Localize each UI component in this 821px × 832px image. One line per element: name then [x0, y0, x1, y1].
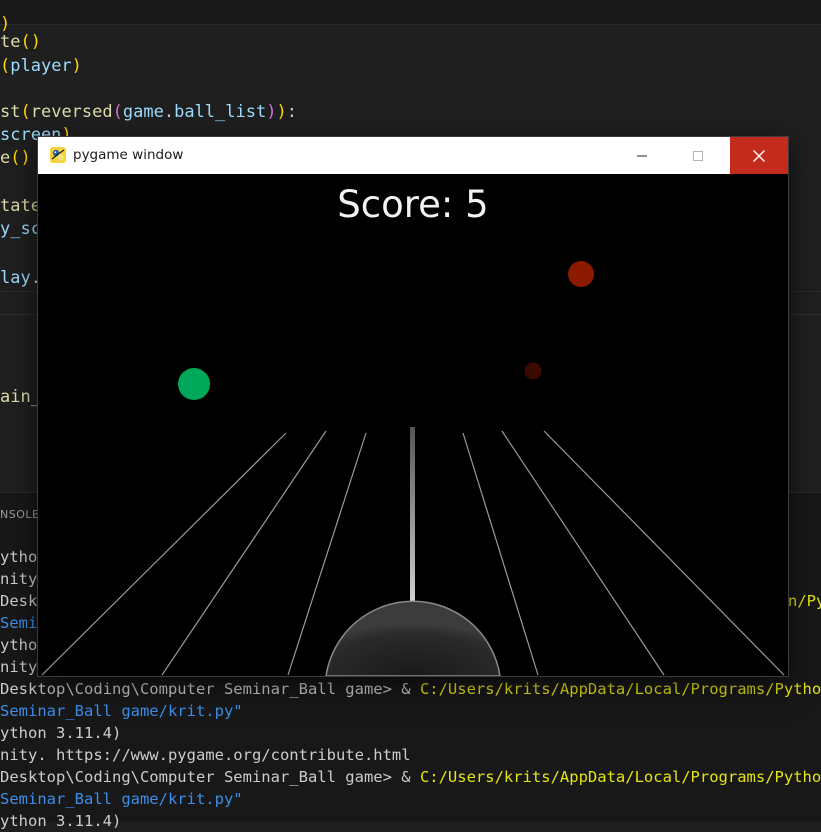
player-ball	[178, 368, 210, 400]
close-button[interactable]	[730, 137, 788, 174]
terminal-script-path: Seminar_Ball game/krit.py"	[0, 790, 243, 808]
terminal-line-tail: n/Py	[788, 592, 821, 610]
terminal-script-path: Seminar_Ball game/krit.py"	[0, 702, 243, 720]
pygame-window[interactable]: pygame window Score: 5	[37, 136, 789, 677]
lane-line	[161, 430, 327, 676]
terminal-line: ython 3.11.4)	[0, 812, 122, 830]
window-title: pygame window	[73, 147, 184, 163]
terminal-prompt: Desktop\Coding\Computer Seminar_Ball gam…	[0, 768, 420, 786]
editor-tab-bar	[0, 0, 821, 25]
terminal-python-path: C:/Users/krits/AppData/Local/Programs/Py…	[419, 680, 821, 698]
close-icon	[753, 149, 765, 162]
minimize-button[interactable]	[614, 137, 670, 174]
enemy-ball-far	[524, 362, 542, 380]
terminal-python-path: C:/Users/krits/AppData/Local/Programs/Py…	[419, 768, 821, 786]
terminal-line: ython 3.11.4)	[0, 724, 122, 742]
maximize-button[interactable]	[670, 137, 726, 174]
lane-line	[41, 432, 287, 676]
terminal-command-line: Desktop\Coding\Computer Seminar_Ball gam…	[0, 678, 821, 700]
tab-debug-console[interactable]: NSOLE	[0, 508, 39, 521]
terminal-line: nity. https://www.pygame.org/contribute.…	[0, 746, 411, 764]
minimize-icon	[637, 155, 647, 156]
terminal-command-line: Desktop\Coding\Computer Seminar_Ball gam…	[0, 766, 821, 788]
code-line: st(reversed(game.ball_list)):	[0, 102, 297, 122]
player-paddle	[325, 600, 501, 676]
game-canvas[interactable]: Score: 5	[38, 175, 788, 676]
pygame-snake-icon	[50, 147, 66, 163]
code-line: e()	[0, 148, 31, 168]
window-titlebar[interactable]: pygame window	[38, 137, 788, 174]
terminal-prompt: Desktop\Coding\Computer Seminar_Ball gam…	[0, 680, 420, 698]
code-line: te()	[0, 32, 41, 52]
code-line: (player)	[0, 56, 82, 76]
enemy-ball	[568, 261, 594, 287]
lane-line	[543, 430, 785, 676]
game-scene	[41, 261, 785, 676]
maximize-icon	[693, 150, 703, 161]
